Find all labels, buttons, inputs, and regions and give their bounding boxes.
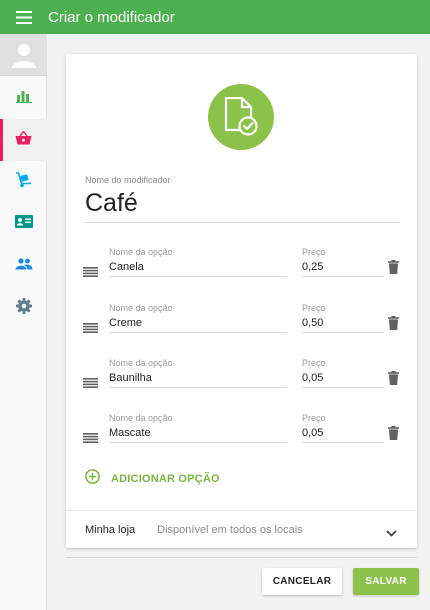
- sidebar-item-settings[interactable]: [0, 287, 47, 329]
- option-price-underline: [302, 276, 384, 277]
- add-circle-icon: [85, 469, 100, 489]
- page-title: Criar o modificador: [48, 8, 175, 26]
- sidebar-item-employees[interactable]: [0, 203, 47, 245]
- document-check-icon: [208, 84, 274, 150]
- drag-handle-icon[interactable]: [83, 430, 98, 448]
- add-option-label: ADICIONAR OPÇÃO: [111, 473, 220, 485]
- option-price-label: Preço: [302, 247, 326, 257]
- store-name: Minha loja: [85, 523, 136, 536]
- option-row: Nome da opção Canela Preço 0,25: [66, 247, 417, 291]
- option-name-label: Nome da opção: [109, 247, 173, 257]
- modifier-name-label: Nome do modificador: [85, 175, 171, 185]
- modifier-name-underline: [85, 222, 400, 223]
- gear-icon: [15, 297, 32, 319]
- add-option-button[interactable]: ADICIONAR OPÇÃO: [85, 469, 220, 489]
- option-name-label: Nome da opção: [109, 303, 173, 313]
- option-row: Nome da opção Creme Preço 0,50: [66, 303, 417, 347]
- option-price-label: Preço: [302, 413, 326, 423]
- option-row: Nome da opção Mascate Preço 0,05: [66, 413, 417, 457]
- option-name-underline: [109, 276, 287, 277]
- drag-handle-icon[interactable]: [83, 320, 98, 338]
- option-price-input[interactable]: 0,05: [302, 427, 323, 439]
- option-price-input[interactable]: 0,25: [302, 261, 323, 273]
- option-name-input[interactable]: Canela: [109, 261, 144, 273]
- avatar[interactable]: [0, 34, 47, 76]
- sidebar-item-reports[interactable]: [0, 77, 47, 119]
- modifier-card: Nome do modificador Café Nome da opção C…: [66, 54, 417, 548]
- option-name-underline: [109, 387, 287, 388]
- chevron-down-icon[interactable]: [386, 524, 397, 542]
- sidebar-item-customers[interactable]: [0, 245, 47, 287]
- basket-icon: [15, 129, 32, 150]
- store-availability-row[interactable]: Minha loja Disponível em todos os locais: [66, 510, 417, 548]
- sidebar-item-items[interactable]: [0, 119, 47, 161]
- option-price-input[interactable]: 0,05: [302, 372, 323, 384]
- cancel-button[interactable]: CANCELAR: [262, 568, 342, 595]
- people-icon: [15, 257, 33, 275]
- option-price-input[interactable]: 0,50: [302, 317, 323, 329]
- trash-icon[interactable]: [388, 260, 399, 279]
- option-name-label: Nome da opção: [109, 413, 173, 423]
- option-name-underline: [109, 332, 287, 333]
- hand-truck-icon: [15, 171, 32, 193]
- drag-handle-icon[interactable]: [83, 264, 98, 282]
- sidebar: [0, 34, 47, 610]
- save-button[interactable]: SALVAR: [353, 568, 419, 595]
- app-bar: Criar o modificador: [0, 0, 430, 34]
- sidebar-item-inventory[interactable]: [0, 161, 47, 203]
- option-price-underline: [302, 332, 384, 333]
- id-card-icon: [14, 215, 33, 233]
- option-name-label: Nome da opção: [109, 358, 173, 368]
- option-name-underline: [109, 442, 287, 443]
- option-name-input[interactable]: Mascate: [109, 427, 151, 439]
- option-row: Nome da opção Baunilha Preço 0,05: [66, 358, 417, 402]
- option-price-underline: [302, 442, 384, 443]
- option-name-input[interactable]: Baunilha: [109, 372, 152, 384]
- option-price-underline: [302, 387, 384, 388]
- option-price-label: Preço: [302, 358, 326, 368]
- menu-icon[interactable]: [0, 0, 48, 34]
- store-availability-text: Disponível em todos os locais: [157, 523, 303, 536]
- drag-handle-icon[interactable]: [83, 375, 98, 393]
- trash-icon[interactable]: [388, 316, 399, 335]
- option-name-input[interactable]: Creme: [109, 317, 142, 329]
- option-price-label: Preço: [302, 303, 326, 313]
- trash-icon[interactable]: [388, 371, 399, 390]
- modifier-name-input[interactable]: Café: [85, 189, 138, 218]
- trash-icon[interactable]: [388, 426, 399, 445]
- footer-divider: [66, 557, 417, 558]
- bar-chart-icon: [15, 89, 32, 108]
